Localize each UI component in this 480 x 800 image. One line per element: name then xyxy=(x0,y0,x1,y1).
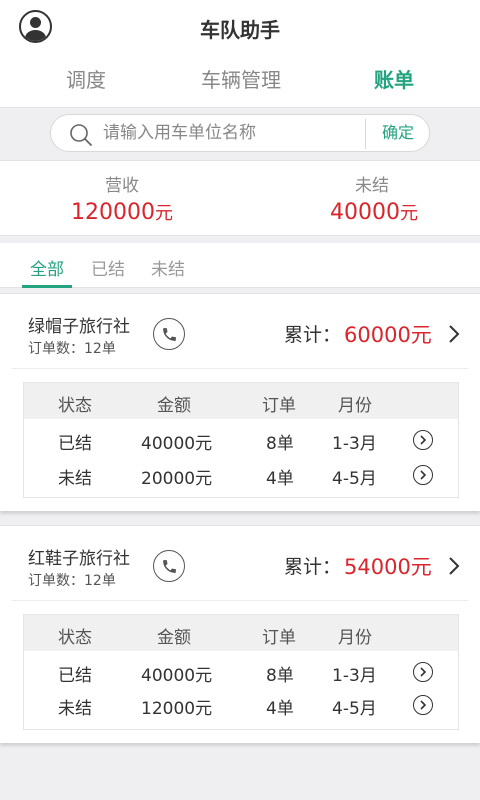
revenue-value: 120000元 xyxy=(22,199,222,225)
card-divider xyxy=(12,600,468,601)
row-status: 已结 xyxy=(58,666,92,686)
table-header: 状态 金额 订单 月份 xyxy=(24,383,458,419)
table-header: 状态 金额 订单 月份 xyxy=(24,615,458,651)
row-orders: 8单 xyxy=(266,434,294,454)
column-month: 月份 xyxy=(338,396,372,416)
tab-bills[interactable]: 账单 xyxy=(374,64,414,93)
card-divider xyxy=(12,368,468,369)
row-month: 4-5月 xyxy=(332,469,377,489)
row-status: 已结 xyxy=(58,434,92,454)
total-value: 54000元 xyxy=(344,555,432,579)
circle-chevron-right-icon[interactable] xyxy=(413,662,433,682)
filter-unsettled[interactable]: 未结 xyxy=(151,255,185,280)
tab-dispatch[interactable]: 调度 xyxy=(66,64,106,93)
bill-detail-table: 状态 金额 订单 月份 已结 40000元 8单 1-3月 未结 12000元 … xyxy=(23,614,459,730)
revenue-label: 营收 xyxy=(105,176,139,196)
row-status: 未结 xyxy=(58,469,92,489)
row-month: 1-3月 xyxy=(332,666,377,686)
row-amount: 20000元 xyxy=(141,469,213,489)
status-filter-bar: 全部 已结 未结 xyxy=(0,243,480,288)
bill-detail-table: 状态 金额 订单 月份 已结 40000元 8单 1-3月 未结 20000元 … xyxy=(23,382,459,498)
total-label: 累计： xyxy=(284,556,342,578)
search-confirm-button[interactable]: 确定 xyxy=(367,115,429,151)
row-orders: 8单 xyxy=(266,666,294,686)
search-input[interactable] xyxy=(103,121,363,145)
column-month: 月份 xyxy=(338,628,372,648)
search-icon xyxy=(70,124,92,146)
app-title: 车队助手 xyxy=(200,18,280,42)
circle-chevron-right-icon[interactable] xyxy=(413,465,433,485)
unsettled-label: 未结 xyxy=(355,176,389,196)
order-count: 订单数：12单 xyxy=(28,341,116,357)
search-divider xyxy=(365,119,366,149)
row-amount: 40000元 xyxy=(141,666,213,686)
unsettled-amount: 40000 xyxy=(330,200,400,225)
unsettled-unit: 元 xyxy=(400,203,418,224)
column-amount: 金额 xyxy=(157,396,191,416)
revenue-amount: 120000 xyxy=(71,200,155,225)
row-status: 未结 xyxy=(58,699,92,719)
unsettled-value: 40000元 xyxy=(274,199,474,225)
app-header: 车队助手 调度 车辆管理 账单 xyxy=(0,0,480,108)
tab-vehicle-management[interactable]: 车辆管理 xyxy=(201,64,281,93)
filter-settled[interactable]: 已结 xyxy=(91,255,125,280)
column-orders: 订单 xyxy=(262,396,296,416)
phone-icon[interactable] xyxy=(153,550,185,582)
row-orders: 4单 xyxy=(266,699,294,719)
row-amount: 40000元 xyxy=(141,434,213,454)
circle-chevron-right-icon[interactable] xyxy=(413,695,433,715)
phone-icon[interactable] xyxy=(153,318,185,350)
row-month: 4-5月 xyxy=(332,699,377,719)
circle-chevron-right-icon[interactable] xyxy=(413,430,433,450)
column-status: 状态 xyxy=(58,396,92,416)
order-count: 订单数：12单 xyxy=(28,573,116,589)
row-amount: 12000元 xyxy=(141,699,213,719)
column-orders: 订单 xyxy=(262,628,296,648)
chevron-right-icon[interactable] xyxy=(446,324,462,344)
column-amount: 金额 xyxy=(157,628,191,648)
agency-name: 绿帽子旅行社 xyxy=(28,317,130,337)
row-orders: 4单 xyxy=(266,469,294,489)
row-month: 1-3月 xyxy=(332,434,377,454)
total-label: 累计： xyxy=(284,324,342,346)
agency-card: 绿帽子旅行社 订单数：12单 累计： 60000元 状态 金额 订单 月份 已结… xyxy=(0,293,480,511)
column-status: 状态 xyxy=(58,628,92,648)
bill-summary: 营收 120000元 未结 40000元 xyxy=(0,160,480,236)
filter-all[interactable]: 全部 xyxy=(30,255,64,280)
total-value: 60000元 xyxy=(344,323,432,347)
search-bar: 确定 xyxy=(50,114,430,152)
agency-card: 红鞋子旅行社 订单数：12单 累计： 54000元 状态 金额 订单 月份 已结… xyxy=(0,525,480,743)
active-filter-indicator xyxy=(22,285,72,288)
revenue-unit: 元 xyxy=(154,203,173,224)
agency-name: 红鞋子旅行社 xyxy=(28,549,130,569)
chevron-right-icon[interactable] xyxy=(446,556,462,576)
